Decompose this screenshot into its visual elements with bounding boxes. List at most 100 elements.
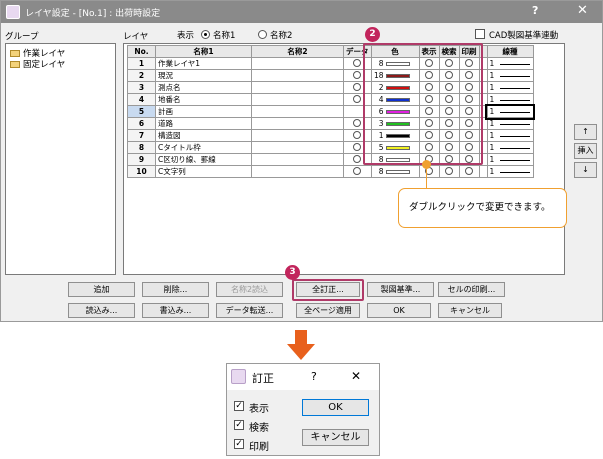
- option-display-label: 表示: [249, 404, 269, 415]
- delete-button[interactable]: 削除...: [142, 282, 209, 297]
- cell-no[interactable]: 4: [127, 93, 156, 106]
- apply-all-pages-button[interactable]: 全ページ適用: [296, 303, 360, 318]
- cell-name2[interactable]: [251, 57, 344, 70]
- data-radio[interactable]: [353, 166, 362, 175]
- cancel-button[interactable]: キャンセル: [438, 303, 502, 318]
- cell-name1[interactable]: 作業レイヤ1: [155, 57, 252, 70]
- cell-name1[interactable]: C区切り線、罫線: [155, 153, 252, 166]
- cell-name2[interactable]: [251, 117, 344, 130]
- cell-name2[interactable]: [251, 141, 344, 154]
- linetype-number: 1: [489, 155, 495, 164]
- cell-data[interactable]: [343, 165, 372, 178]
- data-radio[interactable]: [353, 130, 362, 139]
- linetype-sample: [500, 123, 531, 125]
- cell-linetype[interactable]: 1: [486, 81, 534, 94]
- write-button[interactable]: 書込み...: [142, 303, 209, 318]
- layer-settings-window: レイヤ設定 - [No.1] : 出荷時設定 ? ✕ グループ レイヤ 表示 名…: [0, 0, 603, 322]
- group-item[interactable]: 固定レイヤ: [10, 58, 65, 70]
- cell-linetype[interactable]: 1: [486, 93, 534, 106]
- col-name1: 名称1: [155, 45, 252, 58]
- option-display-checkbox[interactable]: ✓: [234, 401, 244, 411]
- move-down-button[interactable]: ↓: [574, 162, 597, 178]
- linetype-number: 1: [489, 107, 495, 116]
- data-radio[interactable]: [353, 118, 362, 127]
- data-radio[interactable]: [353, 142, 362, 151]
- search-radio[interactable]: [445, 166, 453, 175]
- cell-linetype[interactable]: 1: [486, 165, 534, 178]
- color-number: 8: [378, 167, 384, 176]
- ok-button[interactable]: OK: [367, 303, 431, 318]
- add-button[interactable]: 追加: [68, 282, 135, 297]
- data-radio[interactable]: [353, 154, 362, 163]
- cell-color[interactable]: 8: [370, 165, 420, 178]
- dialog-title: 訂正: [252, 372, 274, 385]
- cell-no[interactable]: 5: [127, 105, 156, 118]
- cell-search[interactable]: [438, 165, 460, 178]
- cell-no[interactable]: 3: [127, 81, 156, 94]
- cell-name1[interactable]: C文字列: [155, 165, 252, 178]
- option-print-checkbox[interactable]: ✓: [234, 439, 244, 449]
- cell-name1[interactable]: 現況: [155, 69, 252, 82]
- radio-name1-label: 名称1: [213, 31, 236, 41]
- radio-name2[interactable]: [258, 30, 267, 39]
- cell-name2[interactable]: [251, 153, 344, 166]
- cell-name2[interactable]: [251, 105, 344, 118]
- cell-print-button[interactable]: セルの印刷...: [438, 282, 505, 297]
- cell-linetype[interactable]: 1: [486, 129, 534, 142]
- cell-linetype[interactable]: 1: [486, 69, 534, 82]
- cell-linetype[interactable]: 1: [486, 153, 534, 166]
- linetype-sample: [500, 159, 531, 161]
- name2-read-button[interactable]: 名称2読込: [216, 282, 283, 297]
- load-button[interactable]: 読込み...: [68, 303, 135, 318]
- cell-no[interactable]: 8: [127, 141, 156, 154]
- cell-print[interactable]: [458, 165, 480, 178]
- cell-no[interactable]: 7: [127, 129, 156, 142]
- radio-name1[interactable]: [201, 30, 210, 39]
- cell-name1[interactable]: 構造図: [155, 129, 252, 142]
- dialog-ok-button[interactable]: OK: [302, 399, 369, 416]
- cell-name1[interactable]: 地番名: [155, 93, 252, 106]
- dialog-title-bar: 訂正 ? ✕: [227, 364, 379, 390]
- linetype-sample: [500, 63, 531, 65]
- cell-linetype[interactable]: 1: [486, 117, 534, 130]
- cell-name1[interactable]: 道路: [155, 117, 252, 130]
- data-radio[interactable]: [353, 94, 362, 103]
- table-row[interactable]: 10 C文字列 8 1: [127, 165, 534, 178]
- cell-no[interactable]: 10: [127, 165, 156, 178]
- option-search-label: 検索: [249, 423, 269, 434]
- option-search-checkbox[interactable]: ✓: [234, 420, 244, 430]
- linetype-number: 1: [489, 59, 495, 68]
- dialog-close-button[interactable]: ✕: [351, 369, 361, 383]
- linetype-sample: [500, 87, 531, 89]
- cell-no[interactable]: 9: [127, 153, 156, 166]
- data-transfer-button[interactable]: データ転送...: [216, 303, 283, 318]
- data-radio[interactable]: [353, 70, 362, 79]
- cell-name2[interactable]: [251, 93, 344, 106]
- data-radio[interactable]: [353, 58, 362, 67]
- drawing-standard-button[interactable]: 製図基準...: [367, 282, 434, 297]
- cell-linetype[interactable]: 1: [486, 141, 534, 154]
- cell-name2[interactable]: [251, 129, 344, 142]
- cell-no[interactable]: 2: [127, 69, 156, 82]
- dialog-cancel-button[interactable]: キャンセル: [302, 429, 369, 446]
- cell-name1[interactable]: 計画: [155, 105, 252, 118]
- cell-spacer[interactable]: [478, 165, 488, 178]
- data-radio[interactable]: [353, 82, 362, 91]
- cell-linetype[interactable]: 1: [485, 103, 535, 120]
- cad-link-checkbox[interactable]: [475, 29, 485, 39]
- cell-name2[interactable]: [251, 81, 344, 94]
- help-button[interactable]: ?: [532, 4, 538, 17]
- cell-linetype[interactable]: 1: [486, 57, 534, 70]
- cell-no[interactable]: 6: [127, 117, 156, 130]
- cell-no[interactable]: 1: [127, 57, 156, 70]
- close-button[interactable]: ✕: [577, 3, 588, 18]
- print-radio[interactable]: [465, 166, 473, 175]
- cell-name1[interactable]: 測点名: [155, 81, 252, 94]
- move-up-button[interactable]: ↑: [574, 124, 597, 140]
- cell-name2[interactable]: [251, 69, 344, 82]
- group-tree[interactable]: 作業レイヤ 固定レイヤ: [5, 43, 116, 275]
- cell-name2[interactable]: [251, 165, 344, 178]
- cell-name1[interactable]: Cタイトル枠: [155, 141, 252, 154]
- dialog-help-button[interactable]: ?: [311, 370, 317, 383]
- insert-button[interactable]: 挿入: [574, 143, 597, 159]
